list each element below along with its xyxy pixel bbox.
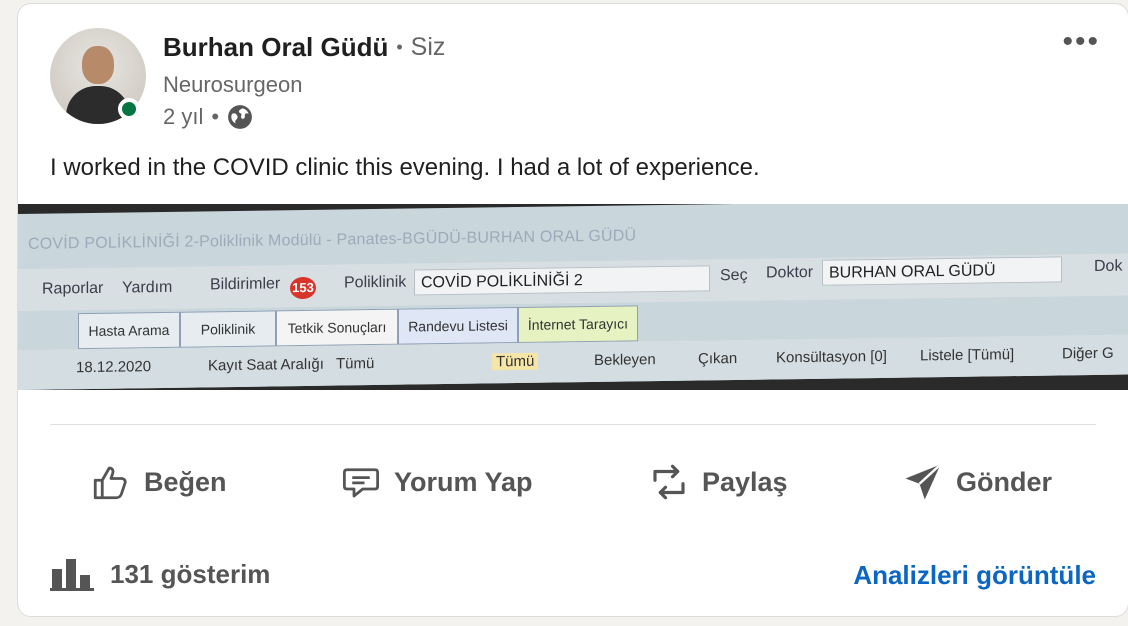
author-headline: Neurosurgeon xyxy=(163,72,303,97)
actions-divider xyxy=(50,424,1096,425)
doktor-label: Doktor xyxy=(766,263,814,282)
doktor-select: BURHAN ORAL GÜDÜ xyxy=(822,256,1062,286)
bar-chart-icon xyxy=(50,559,94,591)
view-analytics-link[interactable]: Analizleri görüntüle xyxy=(853,560,1096,591)
tab-poliklinik: Poliklinik xyxy=(180,310,276,348)
tumu-button: Tümü xyxy=(492,352,539,371)
impressions[interactable]: 131 gösterim xyxy=(50,557,270,591)
konsultasyon-button: Konsültasyon [0] xyxy=(776,347,887,367)
globe-icon xyxy=(228,105,252,129)
notification-badge: 153 xyxy=(290,276,316,300)
post-text: I worked in the COVID clinic this evenin… xyxy=(50,154,760,181)
menu-next: Dok xyxy=(1094,257,1123,275)
separator-dot: • xyxy=(396,37,403,57)
send-label: Gönder xyxy=(956,466,1053,497)
menu-yardim: Yardım xyxy=(122,278,173,297)
action-bar: Beğen Yorum Yap Paylaş Gönder xyxy=(18,452,1128,512)
online-status-indicator xyxy=(118,98,140,120)
like-button[interactable]: Beğen xyxy=(90,452,227,512)
author-name[interactable]: Burhan Oral Güdü xyxy=(163,32,388,63)
diger-button: Diğer G xyxy=(1062,344,1114,363)
repost-icon xyxy=(653,464,685,500)
author-row: Burhan Oral Güdü • Siz xyxy=(163,32,445,63)
tab-tetkik-sonuclari: Tetkik Sonuçları xyxy=(276,308,398,347)
post-card: Burhan Oral Güdü • Siz Neurosurgeon 2 yı… xyxy=(17,3,1128,617)
time-separator: • xyxy=(211,104,220,129)
menu-bildirimler: Bildirimler xyxy=(210,275,281,294)
send-icon xyxy=(905,463,942,500)
comment-label: Yorum Yap xyxy=(394,466,533,497)
repost-button[interactable]: Paylaş xyxy=(648,452,788,512)
tab-internet-tarayici: İnternet Tarayıcı xyxy=(518,305,638,344)
thumbs-up-icon xyxy=(93,466,127,500)
more-options-button[interactable]: ••• xyxy=(1062,27,1100,57)
tab-hasta-arama: Hasta Arama xyxy=(78,311,180,350)
poliklinik-label: Poliklinik xyxy=(344,273,407,292)
poliklinik-select: COVİD POLİKLİNİĞİ 2 xyxy=(414,265,710,296)
send-button[interactable]: Gönder xyxy=(902,452,1052,512)
avatar-head xyxy=(82,46,114,84)
menu-raporlar: Raporlar xyxy=(42,279,104,298)
bekleyen-button: Bekleyen xyxy=(594,351,656,369)
kayit-value: Tümü xyxy=(336,355,375,373)
kayit-label: Kayıt Saat Aralığı xyxy=(208,355,324,375)
like-label: Beğen xyxy=(144,466,227,497)
monitor-screen: COVİD POLİKLİNİĞİ 2-Poliklinik Modülü - … xyxy=(18,204,1128,390)
sec-button: Seç xyxy=(720,266,748,285)
post-meta: 2 yıl • xyxy=(163,104,253,130)
impressions-count: 131 gösterim xyxy=(110,558,271,589)
relation-label: Siz xyxy=(410,33,446,61)
listele-button: Listele [Tümü] xyxy=(920,346,1015,365)
window-title: COVİD POLİKLİNİĞİ 2-Poliklinik Modülü - … xyxy=(28,227,637,253)
post-time[interactable]: 2 yıl xyxy=(163,104,203,130)
repost-label: Paylaş xyxy=(702,466,788,497)
date-field: 18.12.2020 xyxy=(76,358,152,377)
post-image[interactable]: COVİD POLİKLİNİĞİ 2-Poliklinik Modülü - … xyxy=(18,204,1128,390)
comment-icon xyxy=(342,468,380,498)
cikan-button: Çıkan xyxy=(698,349,738,368)
comment-button[interactable]: Yorum Yap xyxy=(340,452,533,512)
tab-randevu-listesi: Randevu Listesi xyxy=(398,307,518,345)
